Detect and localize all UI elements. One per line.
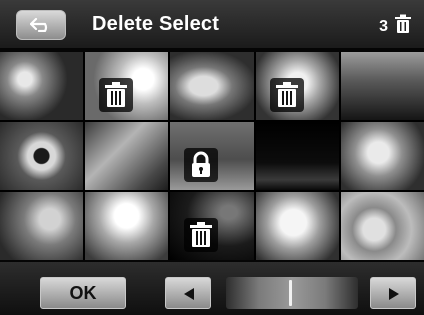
thumbnail-15[interactable]: [340, 192, 424, 260]
header-bar: Delete Select 3: [0, 0, 424, 48]
next-page-button[interactable]: [370, 277, 416, 309]
prev-page-button[interactable]: [165, 277, 211, 309]
triangle-right-icon: [389, 288, 399, 300]
trash-icon: [184, 218, 219, 252]
thumbnail-grid: [0, 52, 424, 260]
thumbnail-10[interactable]: [340, 122, 424, 190]
lock-icon: [184, 148, 219, 182]
selected-count: 3: [379, 18, 388, 35]
page-title: Delete Select: [92, 13, 220, 35]
back-button[interactable]: [16, 10, 66, 40]
scrollbar-thumb[interactable]: [289, 280, 292, 306]
thumbnail-7[interactable]: [85, 122, 169, 190]
trash-icon: [395, 14, 411, 33]
trash-icon: [99, 78, 134, 112]
thumbnail-3[interactable]: [170, 52, 254, 120]
trash-icon: [269, 78, 304, 112]
thumbnail-8[interactable]: [170, 122, 254, 190]
delete-select-screen: Delete Select 3 OK: [0, 0, 424, 315]
page-scrollbar[interactable]: [226, 277, 358, 309]
ok-button[interactable]: OK: [40, 277, 126, 309]
thumbnail-14[interactable]: [255, 192, 339, 260]
thumbnail-13[interactable]: [170, 192, 254, 260]
thumbnail-9[interactable]: [255, 122, 339, 190]
triangle-left-icon: [184, 288, 194, 300]
thumbnail-11[interactable]: [0, 192, 84, 260]
thumbnail-6[interactable]: [0, 122, 84, 190]
thumbnail-5[interactable]: [340, 52, 424, 120]
back-arrow-icon: [30, 18, 48, 32]
thumbnail-2[interactable]: [85, 52, 169, 120]
thumbnail-1[interactable]: [0, 52, 84, 120]
footer-bar: OK: [0, 262, 424, 315]
thumbnail-4[interactable]: [255, 52, 339, 120]
thumbnail-12[interactable]: [85, 192, 169, 260]
